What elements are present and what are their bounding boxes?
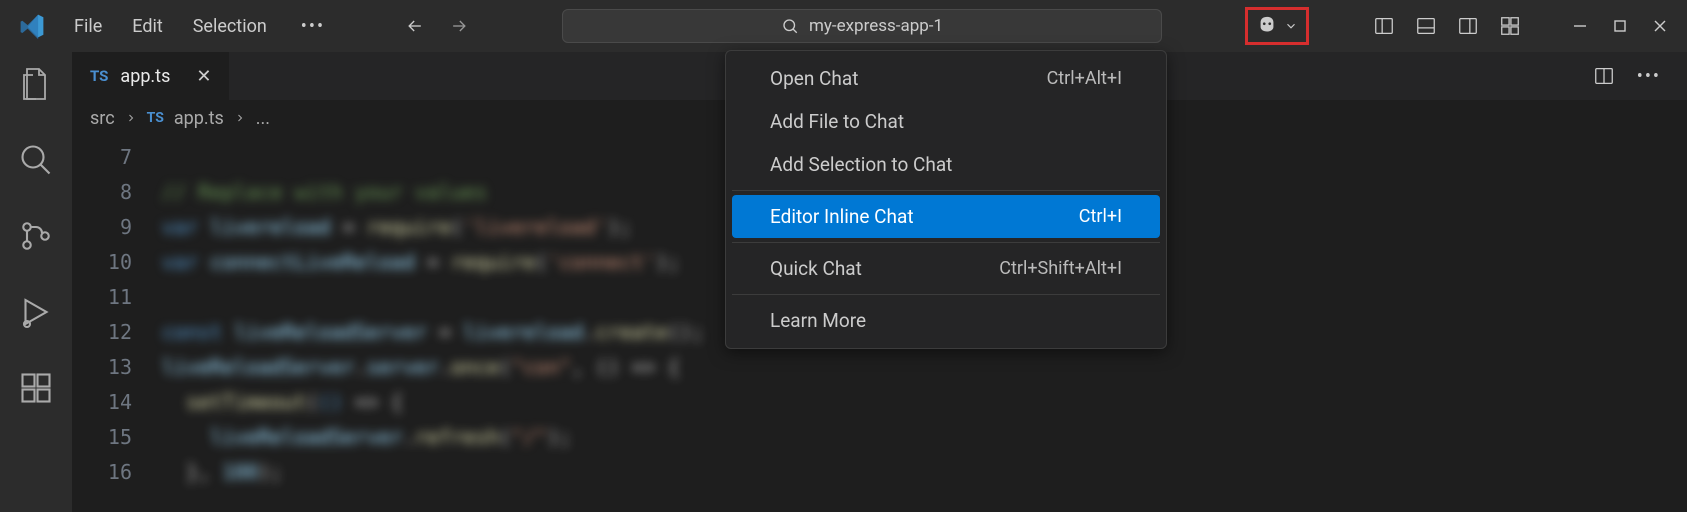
chevron-right-icon (125, 112, 137, 124)
copilot-dropdown-menu: Open Chat Ctrl+Alt+I Add File to Chat Ad… (725, 50, 1167, 349)
layout-controls (1373, 15, 1521, 37)
chevron-right-icon (234, 112, 246, 124)
breadcrumb-src[interactable]: src (90, 108, 115, 129)
source-control-icon[interactable] (18, 218, 54, 254)
breadcrumb-ts-icon: TS (147, 110, 164, 126)
activity-bar (0, 52, 72, 512)
split-editor-icon[interactable] (1593, 65, 1615, 87)
maximize-icon[interactable] (1613, 19, 1627, 33)
copilot-icon (1256, 15, 1278, 37)
menu-overflow[interactable]: ••• (285, 10, 341, 43)
run-debug-icon[interactable] (18, 294, 54, 330)
more-actions-icon[interactable]: ••• (1637, 66, 1661, 87)
panel-bottom-icon[interactable] (1415, 15, 1437, 37)
explorer-icon[interactable] (18, 66, 54, 102)
menu-add-file-to-chat[interactable]: Add File to Chat (732, 100, 1160, 143)
menu-add-selection-to-chat[interactable]: Add Selection to Chat (732, 143, 1160, 186)
layout-customize-icon[interactable] (1499, 15, 1521, 37)
menu-learn-more[interactable]: Learn More (732, 299, 1160, 342)
titlebar: File Edit Selection ••• my-express-app-1 (0, 0, 1687, 52)
command-center-text: my-express-app-1 (809, 16, 943, 36)
menu-quick-chat[interactable]: Quick Chat Ctrl+Shift+Alt+I (732, 247, 1160, 290)
command-center[interactable]: my-express-app-1 (562, 9, 1162, 43)
nav-back-icon[interactable] (405, 16, 425, 36)
tab-close-icon[interactable]: ✕ (196, 66, 211, 87)
chevron-down-icon (1284, 19, 1298, 33)
dropdown-separator (732, 242, 1160, 243)
close-icon[interactable] (1653, 19, 1667, 33)
menu-edit[interactable]: Edit (118, 10, 176, 43)
breadcrumb-trail[interactable]: ... (256, 108, 270, 129)
dropdown-separator (732, 190, 1160, 191)
tab-filename: app.ts (120, 66, 170, 87)
nav-arrows (405, 16, 469, 36)
copilot-button-highlighted[interactable] (1245, 7, 1309, 45)
tab-app-ts[interactable]: TS app.ts ✕ (72, 52, 230, 100)
minimize-icon[interactable] (1573, 19, 1587, 33)
vscode-logo-icon (18, 12, 46, 40)
menu-open-chat[interactable]: Open Chat Ctrl+Alt+I (732, 57, 1160, 100)
menu-selection[interactable]: Selection (179, 10, 281, 43)
menubar: File Edit Selection (60, 10, 281, 43)
panel-left-icon[interactable] (1373, 15, 1395, 37)
tab-actions: ••• (1593, 65, 1677, 87)
search-icon (781, 17, 799, 35)
search-activity-icon[interactable] (18, 142, 54, 178)
ts-badge-icon: TS (90, 67, 108, 85)
menu-editor-inline-chat[interactable]: Editor Inline Chat Ctrl+I (732, 195, 1160, 238)
gutter: 7 8 9 10 11 12 13 14 15 16 (72, 136, 162, 512)
extensions-icon[interactable] (18, 370, 54, 406)
dropdown-separator (732, 294, 1160, 295)
menu-file[interactable]: File (60, 10, 116, 43)
window-controls (1573, 19, 1667, 33)
panel-right-icon[interactable] (1457, 15, 1479, 37)
breadcrumb-file[interactable]: app.ts (174, 108, 224, 129)
nav-forward-icon[interactable] (449, 16, 469, 36)
